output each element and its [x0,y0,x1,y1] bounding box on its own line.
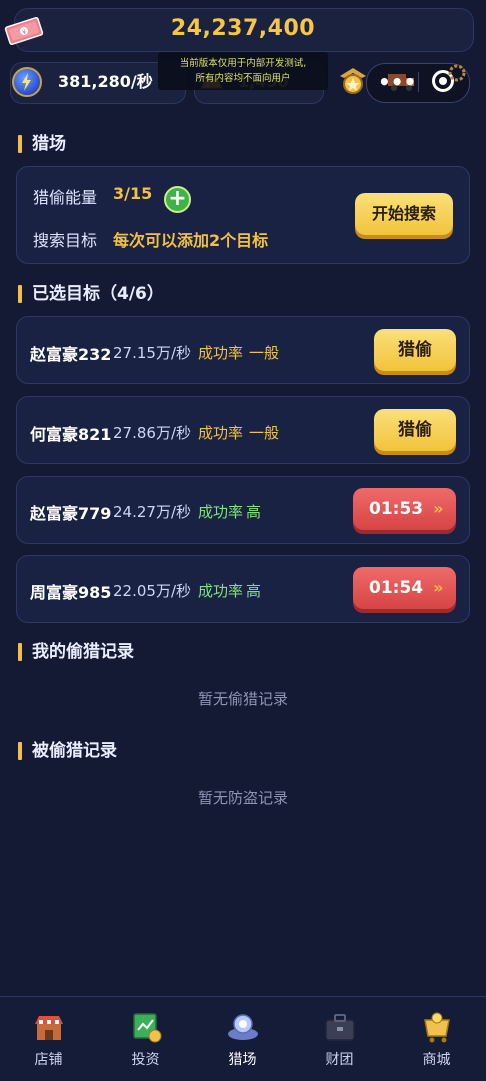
gear-icon[interactable] [446,62,468,84]
dev-notice: 当前版本仅用于内部开发测试, 所有内容均不面向用户 [158,52,328,90]
cooldown-timer: 01:53 [369,499,424,519]
target-name: 赵富豪232 [30,345,112,364]
chevron-right-icon: » [433,578,444,597]
target-rate: 27.15万/秒 [113,344,191,362]
more-menu-button[interactable]: ••• [378,66,416,98]
stolen-records-empty: 暂无防盗记录 [197,789,288,807]
success-rate-value: 高 [246,582,262,600]
target-rate: 24.27万/秒 [113,503,191,521]
nav-label: 猎场 [228,1052,257,1068]
energy-value: 3/15 [113,184,153,203]
nav-shop[interactable]: 店铺 [0,1004,97,1074]
my-records-empty: 暂无偷猎记录 [197,690,288,708]
cooldown-timer: 01:54 [369,578,424,598]
target-label: 搜索目标 [33,231,98,250]
dev-notice-line1: 当前版本仅用于内部开发测试, [179,58,307,69]
target-value: 每次可以添加2个目标 [113,231,269,250]
success-rate-value: 高 [246,503,262,521]
steal-button[interactable]: 猎偷 [374,329,456,371]
hunt-icon [227,1014,258,1040]
energy-label: 猎偷能量 [33,188,98,207]
mall-icon [423,1012,450,1043]
nav-mall[interactable]: 商城 [388,1004,485,1074]
my-records-title: 我的偷猎记录 [18,640,134,664]
steal-button[interactable]: 猎偷 [374,409,456,451]
target-name: 周富豪985 [30,583,112,602]
cooldown-timer-button[interactable]: 01:54 » [353,567,456,609]
target-name: 何富豪821 [30,425,112,444]
invest-icon [132,1013,161,1043]
success-rate-label: 成功率 [198,424,244,442]
target-rate: 27.86万/秒 [113,424,191,442]
nav-invest[interactable]: 投资 [97,1004,194,1074]
nav-label: 投资 [131,1052,160,1068]
success-rate-value: 一般 [249,424,280,442]
add-energy-button[interactable]: + [164,186,191,213]
target-name: 赵富豪779 [30,504,112,523]
capsule-divider [418,72,419,92]
nav-label: 店铺 [34,1052,63,1068]
success-rate-label: 成功率 [198,503,244,521]
target-rate: 22.05万/秒 [113,582,191,600]
briefcase-icon [324,1014,355,1041]
lightning-icon [12,67,42,97]
nav-label: 财团 [325,1052,354,1068]
hunt-section-title: 猎场 [18,132,66,156]
nav-hunt[interactable]: 猎场 [194,1004,291,1074]
selected-section-title: 已选目标（4/6） [18,282,164,306]
income-rate: 381,280/秒 [58,72,153,91]
nav-label: 商城 [422,1052,451,1068]
success-rate-value: 一般 [249,344,280,362]
chevron-right-icon: » [433,499,444,518]
shop-icon [34,1016,63,1040]
money-amount: 24,237,400 [170,16,316,41]
start-search-button[interactable]: 开始搜索 [355,193,453,235]
rank-medal-icon[interactable] [336,64,370,98]
success-rate-label: 成功率 [198,582,244,600]
cooldown-timer-button[interactable]: 01:53 » [353,488,456,530]
dev-notice-line2: 所有内容均不面向用户 [195,73,291,84]
success-rate-label: 成功率 [198,344,244,362]
stolen-records-title: 被偷猎记录 [18,739,117,763]
nav-consortium[interactable]: 财团 [291,1004,388,1074]
